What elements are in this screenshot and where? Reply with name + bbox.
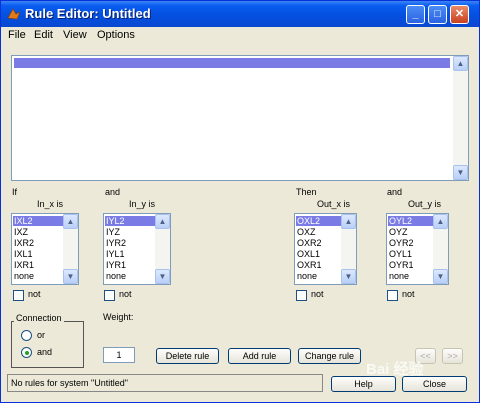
and-output-keyword: and bbox=[387, 187, 403, 197]
watermark: Bai 经验 bbox=[366, 361, 424, 378]
scroll-up-icon[interactable]: ▲ bbox=[63, 214, 78, 229]
list-item[interactable]: OXL1 bbox=[296, 249, 347, 259]
menu-edit[interactable]: Edit bbox=[34, 29, 53, 41]
next-rule-button[interactable]: >> bbox=[442, 348, 463, 364]
listbox-scrollbar[interactable]: ▲ ▼ bbox=[63, 214, 78, 284]
input-x-not-label: not bbox=[28, 289, 41, 299]
weight-input[interactable]: 1 bbox=[103, 347, 135, 363]
list-item[interactable]: IYZ bbox=[105, 227, 156, 237]
list-item[interactable]: IYR2 bbox=[105, 238, 156, 248]
scroll-down-icon[interactable]: ▼ bbox=[155, 269, 170, 284]
list-item[interactable]: none bbox=[105, 271, 156, 281]
output-y-not-checkbox[interactable] bbox=[387, 290, 398, 301]
output-y-listbox[interactable]: OYL2 OYZ OYR2 OYL1 OYR1 none ▲ ▼ bbox=[386, 213, 449, 285]
listbox-scrollbar[interactable]: ▲ ▼ bbox=[341, 214, 356, 284]
delete-rule-button[interactable]: Delete rule bbox=[156, 348, 219, 364]
list-item[interactable]: IYL2 bbox=[105, 216, 156, 226]
list-item[interactable]: IYL1 bbox=[105, 249, 156, 259]
list-item[interactable]: IYR1 bbox=[105, 260, 156, 270]
or-radio-label: or bbox=[37, 330, 46, 340]
output-x-listbox[interactable]: OXL2 OXZ OXR2 OXL1 OXR1 none ▲ ▼ bbox=[294, 213, 357, 285]
matlab-icon bbox=[7, 8, 21, 20]
list-item[interactable]: none bbox=[13, 271, 64, 281]
input-y-not-label: not bbox=[119, 289, 132, 299]
list-item[interactable]: IXR2 bbox=[13, 238, 64, 248]
list-item[interactable]: OXR2 bbox=[296, 238, 347, 248]
maximize-icon[interactable]: □ bbox=[428, 5, 447, 24]
if-keyword: If bbox=[12, 187, 18, 197]
list-item[interactable]: OYR2 bbox=[388, 238, 439, 248]
list-item[interactable]: OXL2 bbox=[296, 216, 342, 226]
list-item[interactable]: OYZ bbox=[388, 227, 439, 237]
radio-selected-dot bbox=[25, 351, 29, 355]
rule-editor-window: Rule Editor: Untitled _ □ ✕ File Edit Vi… bbox=[0, 0, 480, 403]
list-item[interactable]: OYL1 bbox=[388, 249, 439, 259]
scroll-up-icon[interactable]: ▲ bbox=[341, 214, 356, 229]
input-y-not-checkbox[interactable] bbox=[104, 290, 115, 301]
list-item[interactable]: IXL1 bbox=[13, 249, 64, 259]
output-y-label: Out_y is bbox=[408, 199, 442, 209]
input-y-listbox[interactable]: IYL2 IYZ IYR2 IYL1 IYR1 none ▲ ▼ bbox=[103, 213, 171, 285]
or-radio[interactable] bbox=[21, 330, 32, 341]
list-item[interactable]: IXR1 bbox=[13, 260, 64, 270]
scroll-up-icon[interactable]: ▲ bbox=[453, 56, 468, 71]
list-item[interactable]: none bbox=[388, 271, 439, 281]
window-title: Rule Editor: Untitled bbox=[25, 6, 151, 21]
list-item[interactable]: OYL2 bbox=[388, 216, 434, 226]
scroll-down-icon[interactable]: ▼ bbox=[63, 269, 78, 284]
listbox-scrollbar[interactable]: ▲ ▼ bbox=[433, 214, 448, 284]
listbox-scrollbar[interactable]: ▲ ▼ bbox=[155, 214, 170, 284]
change-rule-button[interactable]: Change rule bbox=[298, 348, 361, 364]
close-icon[interactable]: ✕ bbox=[450, 5, 469, 24]
output-x-not-label: not bbox=[311, 289, 324, 299]
then-keyword: Then bbox=[296, 187, 317, 197]
status-text: No rules for system "Untitled" bbox=[11, 378, 128, 388]
list-item[interactable]: OXR1 bbox=[296, 260, 347, 270]
scroll-down-icon[interactable]: ▼ bbox=[433, 269, 448, 284]
menu-bar: File Edit View Options bbox=[1, 27, 479, 45]
list-item[interactable]: IXZ bbox=[13, 227, 64, 237]
scroll-down-icon[interactable]: ▼ bbox=[341, 269, 356, 284]
list-item[interactable]: none bbox=[296, 271, 347, 281]
list-item[interactable]: OXZ bbox=[296, 227, 347, 237]
scroll-up-icon[interactable]: ▲ bbox=[155, 214, 170, 229]
menu-view[interactable]: View bbox=[63, 29, 87, 41]
output-x-label: Out_x is bbox=[317, 199, 351, 209]
rules-list-scrollbar[interactable]: ▲ ▼ bbox=[453, 56, 468, 180]
and-radio[interactable] bbox=[21, 347, 32, 358]
scroll-down-icon[interactable]: ▼ bbox=[453, 165, 468, 180]
input-x-listbox[interactable]: IXL2 IXZ IXR2 IXL1 IXR1 none ▲ ▼ bbox=[11, 213, 79, 285]
connection-title: Connection bbox=[14, 313, 64, 323]
input-x-label: In_x is bbox=[37, 199, 64, 209]
menu-file[interactable]: File bbox=[8, 29, 26, 41]
weight-label: Weight: bbox=[103, 312, 134, 322]
minimize-icon[interactable]: _ bbox=[406, 5, 425, 24]
add-rule-button[interactable]: Add rule bbox=[228, 348, 291, 364]
input-x-not-checkbox[interactable] bbox=[13, 290, 24, 301]
input-y-label: In_y is bbox=[129, 199, 156, 209]
rules-list-selected-row[interactable] bbox=[14, 58, 450, 68]
and-radio-label: and bbox=[37, 347, 53, 357]
output-x-not-checkbox[interactable] bbox=[296, 290, 307, 301]
connection-group bbox=[11, 321, 84, 368]
list-item[interactable]: IXL2 bbox=[13, 216, 64, 226]
output-y-not-label: not bbox=[402, 289, 415, 299]
scroll-up-icon[interactable]: ▲ bbox=[433, 214, 448, 229]
title-bar: Rule Editor: Untitled _ □ ✕ bbox=[1, 1, 479, 27]
menu-options[interactable]: Options bbox=[97, 29, 135, 41]
list-item[interactable]: OYR1 bbox=[388, 260, 439, 270]
status-bar: No rules for system "Untitled" bbox=[7, 374, 323, 392]
rules-list[interactable]: ▲ ▼ bbox=[11, 55, 469, 181]
and-keyword: and bbox=[105, 187, 121, 197]
